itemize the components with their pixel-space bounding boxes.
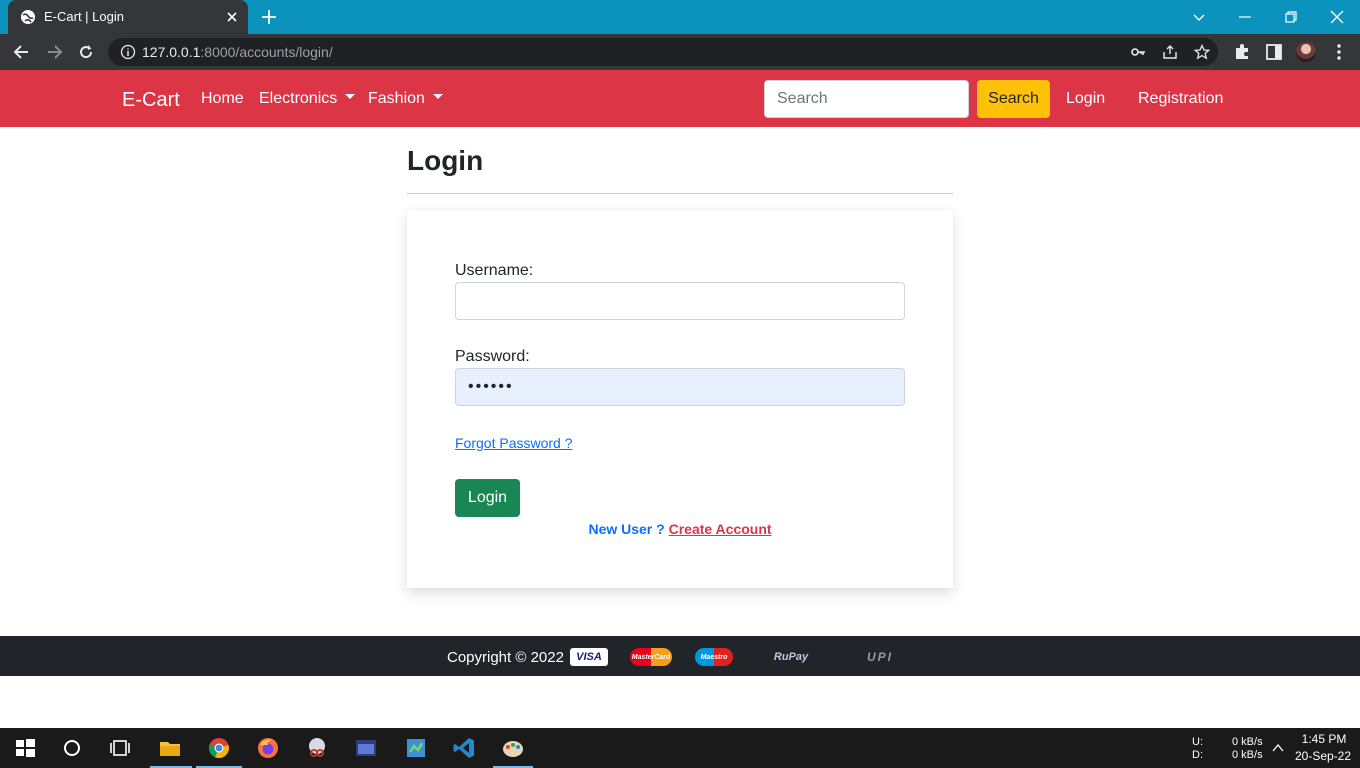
file-explorer-icon[interactable] (158, 736, 182, 760)
close-window-icon[interactable] (1327, 7, 1347, 27)
forward-icon[interactable] (44, 42, 64, 62)
rupay-logo: RuPay (773, 651, 809, 663)
chevron-up-icon[interactable] (1271, 741, 1285, 755)
tab-search-icon[interactable] (1189, 7, 1209, 27)
nav-registration[interactable]: Registration (1138, 90, 1223, 108)
upi-logo: UPI (866, 650, 893, 664)
login-card: Username: Password: Forgot Password ? Lo… (407, 210, 953, 588)
firefox-icon[interactable] (256, 736, 280, 760)
new-tab-icon[interactable] (260, 8, 278, 26)
nav-home[interactable]: Home (201, 90, 244, 108)
restore-icon[interactable] (1281, 7, 1301, 27)
windows-taskbar: U: D: 0 kB/s 0 kB/s 1:45 PM 20-Sep-22 (0, 728, 1360, 768)
create-account-link[interactable]: Create Account (669, 521, 772, 537)
task-view-icon[interactable] (108, 736, 132, 760)
net-down-label: D: (1192, 749, 1203, 761)
visa-logo: VISA (570, 648, 608, 666)
profile-avatar[interactable] (1296, 42, 1316, 62)
brand-logo[interactable]: E-Cart (122, 89, 180, 112)
close-tab-icon[interactable] (224, 9, 240, 25)
page-title: Login (407, 145, 484, 176)
side-panel-icon[interactable] (1264, 42, 1284, 62)
globe-icon (21, 10, 35, 24)
vscode-icon[interactable] (452, 736, 476, 760)
menu-kebab-icon[interactable] (1329, 42, 1349, 62)
nav-electronics-dropdown[interactable]: Electronics (259, 90, 356, 108)
url-text: 127.0.0.1:8000/accounts/login/ (142, 44, 333, 60)
caret-down-icon (432, 94, 443, 100)
login-button[interactable]: Login (455, 479, 520, 517)
share-icon[interactable] (1162, 44, 1178, 60)
username-field[interactable] (455, 282, 905, 320)
new-user-line: New User ? Create Account (407, 521, 953, 537)
mastercard-logo: MasterCard (630, 648, 672, 666)
net-up-value: 0 kB/s (1232, 736, 1263, 748)
net-up-label: U: (1192, 736, 1203, 748)
title-divider (407, 193, 953, 194)
info-icon[interactable] (120, 44, 136, 60)
search-icon[interactable] (60, 736, 84, 760)
bookmark-star-icon[interactable] (1194, 44, 1210, 60)
key-icon[interactable] (1130, 44, 1146, 60)
forgot-password-link[interactable]: Forgot Password ? (455, 435, 573, 451)
username-label: Username: (455, 262, 534, 279)
tab-title: E-Cart | Login (44, 9, 124, 24)
windows-start-icon[interactable] (13, 736, 37, 760)
copyright-text: Copyright © 2022 (447, 649, 564, 666)
snipping-tool-icon[interactable] (305, 736, 329, 760)
new-user-text: New User ? (588, 521, 665, 537)
caret-down-icon (345, 94, 356, 100)
nav-electronics-label: Electronics (259, 90, 338, 107)
site-navbar: E-Cart Home Electronics Fashion Search L… (0, 70, 1360, 127)
app-window-icon[interactable] (354, 736, 378, 760)
minimize-icon[interactable] (1235, 7, 1255, 27)
search-button[interactable]: Search (977, 80, 1050, 118)
extensions-icon[interactable] (1232, 42, 1252, 62)
password-field[interactable] (455, 368, 905, 406)
clock-date[interactable]: 20-Sep-22 (1292, 749, 1354, 763)
clock-time[interactable]: 1:45 PM (1296, 732, 1352, 746)
browser-tab[interactable]: E-Cart | Login (8, 0, 248, 34)
search-input[interactable] (764, 80, 969, 118)
password-label: Password: (455, 348, 530, 365)
nav-fashion-label: Fashion (368, 90, 425, 107)
browser-tab-strip: E-Cart | Login (0, 0, 1360, 34)
nav-login[interactable]: Login (1066, 90, 1105, 108)
net-down-value: 0 kB/s (1232, 749, 1263, 761)
site-footer: Copyright © 2022 VISA MasterCard Maestro… (0, 636, 1360, 676)
back-icon[interactable] (12, 42, 32, 62)
control-panel-icon[interactable] (404, 736, 428, 760)
address-bar[interactable]: 127.0.0.1:8000/accounts/login/ (108, 38, 1218, 66)
chrome-icon[interactable] (207, 736, 231, 760)
reload-icon[interactable] (76, 42, 96, 62)
maestro-logo: Maestro (695, 648, 733, 666)
nav-fashion-dropdown[interactable]: Fashion (368, 90, 443, 108)
paint-icon[interactable] (501, 736, 525, 760)
browser-toolbar: 127.0.0.1:8000/accounts/login/ (0, 34, 1360, 70)
